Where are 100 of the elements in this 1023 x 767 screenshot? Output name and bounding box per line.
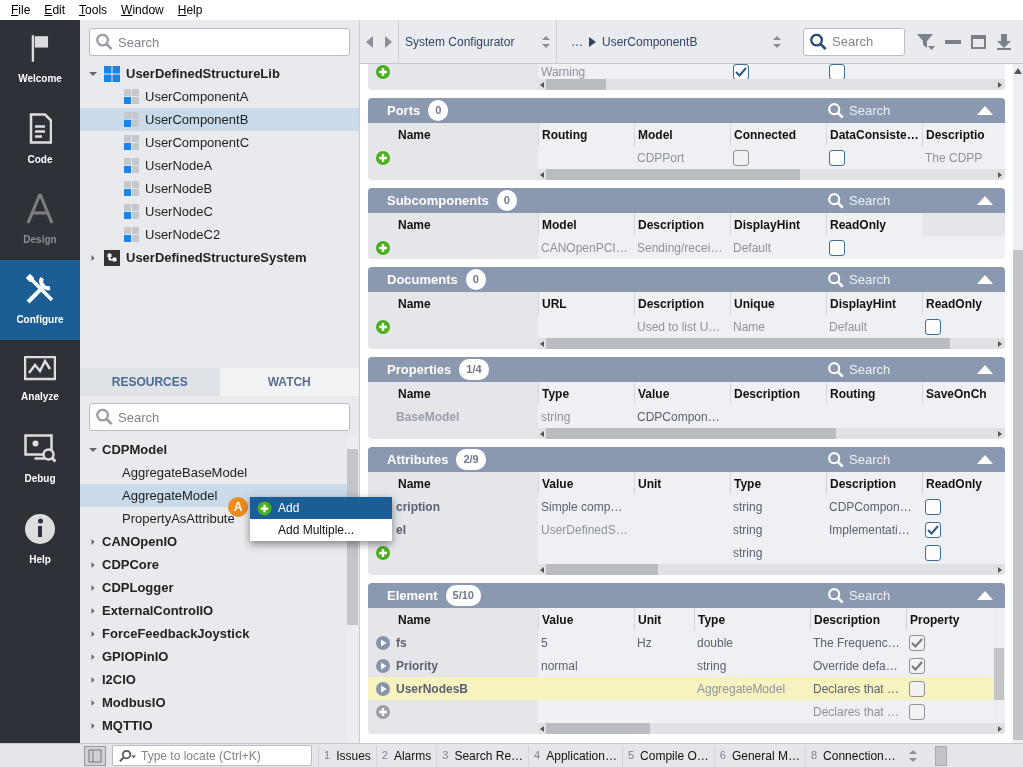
download-icon[interactable] <box>996 33 1012 50</box>
panel-tab[interactable]: RESOURCES <box>80 368 220 396</box>
checkbox[interactable] <box>925 544 941 561</box>
add-icon[interactable] <box>376 319 390 334</box>
scrollbar[interactable] <box>538 564 1005 575</box>
tree-item[interactable]: UserDefinedStructureLib <box>80 62 359 85</box>
add-icon[interactable] <box>376 150 390 165</box>
breadcrumb-selector[interactable]: … UserComponentB <box>557 19 787 64</box>
search-field[interactable]: Search <box>849 585 939 606</box>
menu-item[interactable]: Edit <box>37 0 73 20</box>
column-header: ReadOnly <box>826 213 922 236</box>
tree-item[interactable]: MQTTIO <box>80 714 347 737</box>
rail-item[interactable]: Help <box>0 500 80 580</box>
rail-item[interactable]: Analyze <box>0 340 80 420</box>
tree-item[interactable]: UserNodeC <box>80 200 359 223</box>
play-icon[interactable] <box>376 635 390 650</box>
checkbox[interactable] <box>829 239 845 256</box>
collapse-arrow-icon[interactable] <box>977 365 993 374</box>
menu-item[interactable]: Tools <box>72 0 115 20</box>
tree-item[interactable]: UserDefinedStructureSystem <box>80 246 359 269</box>
tree-item[interactable]: CDPLogger <box>80 576 347 599</box>
tree-item[interactable]: CDPModel <box>80 438 347 461</box>
tree-item[interactable]: UserComponentC <box>80 131 359 154</box>
status-tab[interactable]: 5 Compile O… <box>621 744 714 767</box>
tree-item[interactable]: UserNodeA <box>80 154 359 177</box>
tree-item[interactable]: UserNodeC2 <box>80 223 359 246</box>
tree-item[interactable]: ModbusIO <box>80 691 347 714</box>
menu-item[interactable]: Help <box>170 0 210 20</box>
tree-item[interactable]: I2CIO <box>80 668 347 691</box>
scroll-thumb[interactable] <box>546 564 658 575</box>
checkbox[interactable] <box>733 64 749 79</box>
rail-item[interactable]: Configure <box>0 260 80 340</box>
breadcrumb-selector[interactable]: System Configurator <box>399 19 557 64</box>
scrollbar[interactable] <box>538 169 1005 180</box>
status-tab[interactable]: 6 General M… <box>713 744 805 767</box>
checkbox[interactable] <box>925 521 941 538</box>
rail-item[interactable]: Welcome <box>0 20 80 100</box>
rail-item[interactable]: Code <box>0 100 80 180</box>
minimize-icon[interactable] <box>945 39 961 44</box>
panel-toggle-icon[interactable] <box>84 745 106 766</box>
search-field[interactable]: Search <box>849 269 939 290</box>
collapse-arrow-icon[interactable] <box>977 275 993 284</box>
tree-item[interactable]: UserComponentA <box>80 85 359 108</box>
scrollbar[interactable] <box>1013 64 1023 743</box>
menu-item[interactable]: File <box>4 0 38 20</box>
tree-item[interactable]: AggregateBaseModel <box>80 461 347 484</box>
collapse-arrow-icon[interactable] <box>977 591 993 600</box>
search-field[interactable]: Search <box>849 449 939 470</box>
checkbox[interactable] <box>925 318 941 335</box>
collapse-arrow-icon[interactable] <box>977 106 993 115</box>
collapse-arrow-icon[interactable] <box>977 455 993 464</box>
scroll-thumb[interactable] <box>546 79 606 90</box>
play-icon[interactable] <box>376 658 390 673</box>
search-field[interactable]: Search <box>849 100 939 121</box>
back-arrow-icon[interactable] <box>366 35 374 48</box>
tree-item[interactable]: GPIOPinIO <box>80 645 347 668</box>
search-field[interactable]: Search <box>849 359 939 380</box>
scrollbar[interactable] <box>538 428 1005 439</box>
status-tab[interactable]: 4 Application… <box>528 744 622 767</box>
panel-tab[interactable]: WATCH <box>219 368 359 396</box>
rail-item[interactable]: Debug <box>0 420 80 500</box>
play-icon[interactable] <box>376 681 390 696</box>
checkbox[interactable] <box>829 64 845 79</box>
search-field[interactable]: Search <box>849 190 939 211</box>
status-tab[interactable]: 3 Search Re… <box>436 744 529 767</box>
locate-field[interactable]: Type to locate (Ctrl+K) <box>112 745 312 766</box>
search-icon <box>119 749 137 762</box>
search-field[interactable]: Search <box>89 28 350 56</box>
add-icon[interactable] <box>376 64 390 79</box>
maximize-icon[interactable] <box>971 34 986 49</box>
add-icon[interactable] <box>376 545 390 560</box>
status-tab[interactable]: 8 Connection… <box>804 744 901 767</box>
search-field[interactable]: Search <box>803 27 905 56</box>
scroll-thumb[interactable] <box>546 428 836 439</box>
tree-item[interactable]: UserNodeB <box>80 177 359 200</box>
scrollbar[interactable] <box>538 79 1005 90</box>
tree-item[interactable]: ExternalControlIO <box>80 599 347 622</box>
checkbox[interactable] <box>925 498 941 515</box>
status-tab[interactable]: 1 Issues <box>318 744 376 767</box>
tree-item[interactable]: UserComponentB <box>80 108 359 131</box>
menu-item[interactable]: Window <box>114 0 171 20</box>
menu-item[interactable]: Add Multiple... <box>250 519 392 541</box>
filter-icon[interactable] <box>917 33 935 50</box>
status-tab[interactable]: 2 Alarms <box>375 744 437 767</box>
tree-item[interactable]: ForceFeedbackJoystick <box>80 622 347 645</box>
scroll-thumb[interactable] <box>546 169 800 180</box>
tree-item[interactable]: CDPCore <box>80 553 347 576</box>
monitor-magnifier-icon <box>24 434 56 463</box>
scroll-right-icon <box>998 725 1002 732</box>
menu-item[interactable]: Add <box>250 497 392 519</box>
search-icon <box>828 587 844 604</box>
collapse-arrow-icon[interactable] <box>977 196 993 205</box>
forward-arrow-icon[interactable] <box>384 35 392 48</box>
scrollbar[interactable] <box>993 608 1005 723</box>
scroll-thumb[interactable] <box>546 723 650 734</box>
add-icon[interactable] <box>376 240 390 255</box>
search-field[interactable]: Search <box>89 403 350 431</box>
checkbox[interactable] <box>829 149 845 166</box>
scrollbar[interactable] <box>538 723 1005 734</box>
minimize-button[interactable] <box>934 745 947 766</box>
